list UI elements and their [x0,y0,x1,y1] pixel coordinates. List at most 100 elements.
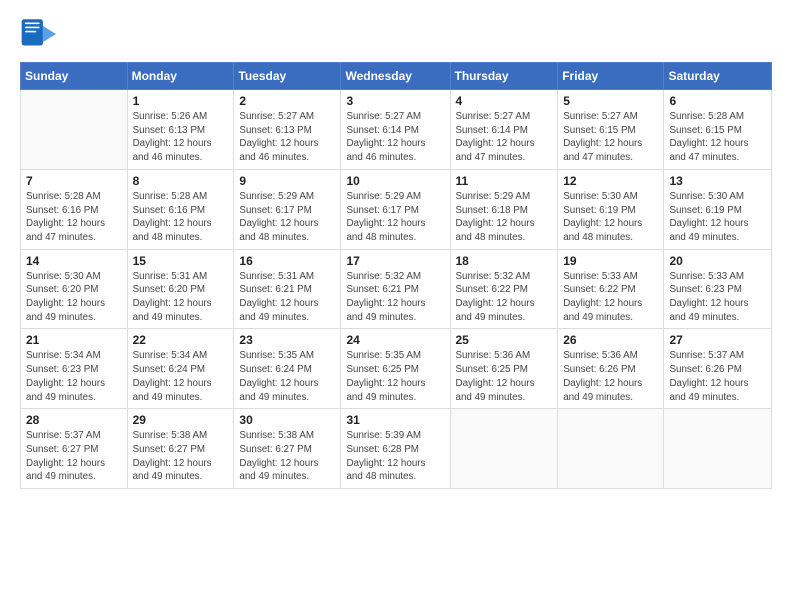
calendar-cell: 16 Sunrise: 5:31 AMSunset: 6:21 PMDayligh… [234,249,341,329]
calendar-week-row: 14 Sunrise: 5:30 AMSunset: 6:20 PMDayligh… [21,249,772,329]
day-info: Sunrise: 5:37 AMSunset: 6:26 PMDaylight:… [669,349,766,404]
day-number: 2 [239,94,335,108]
day-number: 22 [133,333,229,347]
day-info: Sunrise: 5:35 AMSunset: 6:25 PMDaylight:… [346,349,444,404]
day-info: Sunrise: 5:33 AMSunset: 6:23 PMDaylight:… [669,270,766,325]
day-info: Sunrise: 5:36 AMSunset: 6:25 PMDaylight:… [456,349,553,404]
calendar-cell: 29 Sunrise: 5:38 AMSunset: 6:27 PMDayligh… [127,409,234,489]
day-info: Sunrise: 5:29 AMSunset: 6:18 PMDaylight:… [456,190,553,245]
day-info: Sunrise: 5:33 AMSunset: 6:22 PMDaylight:… [563,270,658,325]
day-number: 9 [239,174,335,188]
calendar-cell: 28 Sunrise: 5:37 AMSunset: 6:27 PMDayligh… [21,409,128,489]
day-info: Sunrise: 5:27 AMSunset: 6:13 PMDaylight:… [239,110,335,165]
page: SundayMondayTuesdayWednesdayThursdayFrid… [0,0,792,612]
calendar-cell [450,409,558,489]
day-number: 20 [669,254,766,268]
day-of-week-header: Wednesday [341,63,450,90]
day-info: Sunrise: 5:31 AMSunset: 6:20 PMDaylight:… [133,270,229,325]
calendar-cell: 6Sunrise: 5:28 AMSunset: 6:15 PMDaylight… [664,90,772,170]
day-number: 27 [669,333,766,347]
calendar-cell [664,409,772,489]
day-info: Sunrise: 5:35 AMSunset: 6:24 PMDaylight:… [239,349,335,404]
day-number: 12 [563,174,658,188]
day-number: 8 [133,174,229,188]
calendar-cell: 8Sunrise: 5:28 AMSunset: 6:16 PMDaylight… [127,169,234,249]
calendar-cell: 19 Sunrise: 5:33 AMSunset: 6:22 PMDayligh… [558,249,664,329]
day-info: Sunrise: 5:31 AMSunset: 6:21 PMDaylight:… [239,270,335,325]
day-info: Sunrise: 5:39 AMSunset: 6:28 PMDaylight:… [346,429,444,484]
day-info: Sunrise: 5:28 AMSunset: 6:15 PMDaylight:… [669,110,766,165]
day-number: 7 [26,174,122,188]
day-number: 23 [239,333,335,347]
logo [20,16,60,52]
day-info: Sunrise: 5:38 AMSunset: 6:27 PMDaylight:… [239,429,335,484]
day-info: Sunrise: 5:29 AMSunset: 6:17 PMDaylight:… [346,190,444,245]
day-info: Sunrise: 5:27 AMSunset: 6:14 PMDaylight:… [346,110,444,165]
day-of-week-header: Friday [558,63,664,90]
logo-icon [20,16,56,52]
day-of-week-header: Thursday [450,63,558,90]
calendar-cell: 27 Sunrise: 5:37 AMSunset: 6:26 PMDayligh… [664,329,772,409]
day-number: 21 [26,333,122,347]
day-number: 29 [133,413,229,427]
calendar-cell: 3Sunrise: 5:27 AMSunset: 6:14 PMDaylight… [341,90,450,170]
day-number: 16 [239,254,335,268]
day-of-week-header: Saturday [664,63,772,90]
day-number: 19 [563,254,658,268]
day-info: Sunrise: 5:38 AMSunset: 6:27 PMDaylight:… [133,429,229,484]
calendar-cell: 21 Sunrise: 5:34 AMSunset: 6:23 PMDayligh… [21,329,128,409]
day-number: 18 [456,254,553,268]
calendar-cell: 20 Sunrise: 5:33 AMSunset: 6:23 PMDayligh… [664,249,772,329]
day-of-week-header: Monday [127,63,234,90]
header [20,16,772,52]
day-number: 25 [456,333,553,347]
day-info: Sunrise: 5:27 AMSunset: 6:15 PMDaylight:… [563,110,658,165]
day-number: 14 [26,254,122,268]
day-info: Sunrise: 5:34 AMSunset: 6:23 PMDaylight:… [26,349,122,404]
day-info: Sunrise: 5:26 AMSunset: 6:13 PMDaylight:… [133,110,229,165]
calendar-cell: 5 Sunrise: 5:27 AMSunset: 6:15 PMDaylight… [558,90,664,170]
day-number: 11 [456,174,553,188]
calendar-cell: 30 Sunrise: 5:38 AMSunset: 6:27 PMDayligh… [234,409,341,489]
day-number: 15 [133,254,229,268]
day-number: 10 [346,174,444,188]
calendar-cell: 31 Sunrise: 5:39 AMSunset: 6:28 PMDayligh… [341,409,450,489]
day-info: Sunrise: 5:32 AMSunset: 6:22 PMDaylight:… [456,270,553,325]
calendar-cell: 22 Sunrise: 5:34 AMSunset: 6:24 PMDayligh… [127,329,234,409]
calendar-cell: 2 Sunrise: 5:27 AMSunset: 6:13 PMDaylight… [234,90,341,170]
day-number: 4 [456,94,553,108]
calendar-cell: 17Sunrise: 5:32 AMSunset: 6:21 PMDayligh… [341,249,450,329]
day-number: 30 [239,413,335,427]
day-number: 28 [26,413,122,427]
calendar-cell: 11 Sunrise: 5:29 AMSunset: 6:18 PMDayligh… [450,169,558,249]
day-number: 17 [346,254,444,268]
day-info: Sunrise: 5:34 AMSunset: 6:24 PMDaylight:… [133,349,229,404]
calendar-cell: 15 Sunrise: 5:31 AMSunset: 6:20 PMDayligh… [127,249,234,329]
day-number: 1 [133,94,229,108]
day-info: Sunrise: 5:37 AMSunset: 6:27 PMDaylight:… [26,429,122,484]
calendar-cell: 14 Sunrise: 5:30 AMSunset: 6:20 PMDayligh… [21,249,128,329]
calendar-week-row: 28 Sunrise: 5:37 AMSunset: 6:27 PMDayligh… [21,409,772,489]
day-number: 5 [563,94,658,108]
calendar-week-row: 7 Sunrise: 5:28 AMSunset: 6:16 PMDaylight… [21,169,772,249]
calendar-header-row: SundayMondayTuesdayWednesdayThursdayFrid… [21,63,772,90]
calendar-cell: 1 Sunrise: 5:26 AMSunset: 6:13 PMDaylight… [127,90,234,170]
calendar-cell: 12 Sunrise: 5:30 AMSunset: 6:19 PMDayligh… [558,169,664,249]
calendar-cell: 13Sunrise: 5:30 AMSunset: 6:19 PMDayligh… [664,169,772,249]
day-info: Sunrise: 5:30 AMSunset: 6:20 PMDaylight:… [26,270,122,325]
calendar-cell [558,409,664,489]
calendar-cell: 25 Sunrise: 5:36 AMSunset: 6:25 PMDayligh… [450,329,558,409]
day-info: Sunrise: 5:27 AMSunset: 6:14 PMDaylight:… [456,110,553,165]
day-info: Sunrise: 5:30 AMSunset: 6:19 PMDaylight:… [563,190,658,245]
calendar-week-row: 1 Sunrise: 5:26 AMSunset: 6:13 PMDaylight… [21,90,772,170]
day-number: 13 [669,174,766,188]
day-of-week-header: Sunday [21,63,128,90]
day-number: 24 [346,333,444,347]
calendar-cell: 24 Sunrise: 5:35 AMSunset: 6:25 PMDayligh… [341,329,450,409]
day-number: 31 [346,413,444,427]
day-info: Sunrise: 5:29 AMSunset: 6:17 PMDaylight:… [239,190,335,245]
day-info: Sunrise: 5:28 AMSunset: 6:16 PMDaylight:… [26,190,122,245]
calendar-cell: 4 Sunrise: 5:27 AMSunset: 6:14 PMDaylight… [450,90,558,170]
calendar-cell: 10 Sunrise: 5:29 AMSunset: 6:17 PMDayligh… [341,169,450,249]
day-number: 26 [563,333,658,347]
